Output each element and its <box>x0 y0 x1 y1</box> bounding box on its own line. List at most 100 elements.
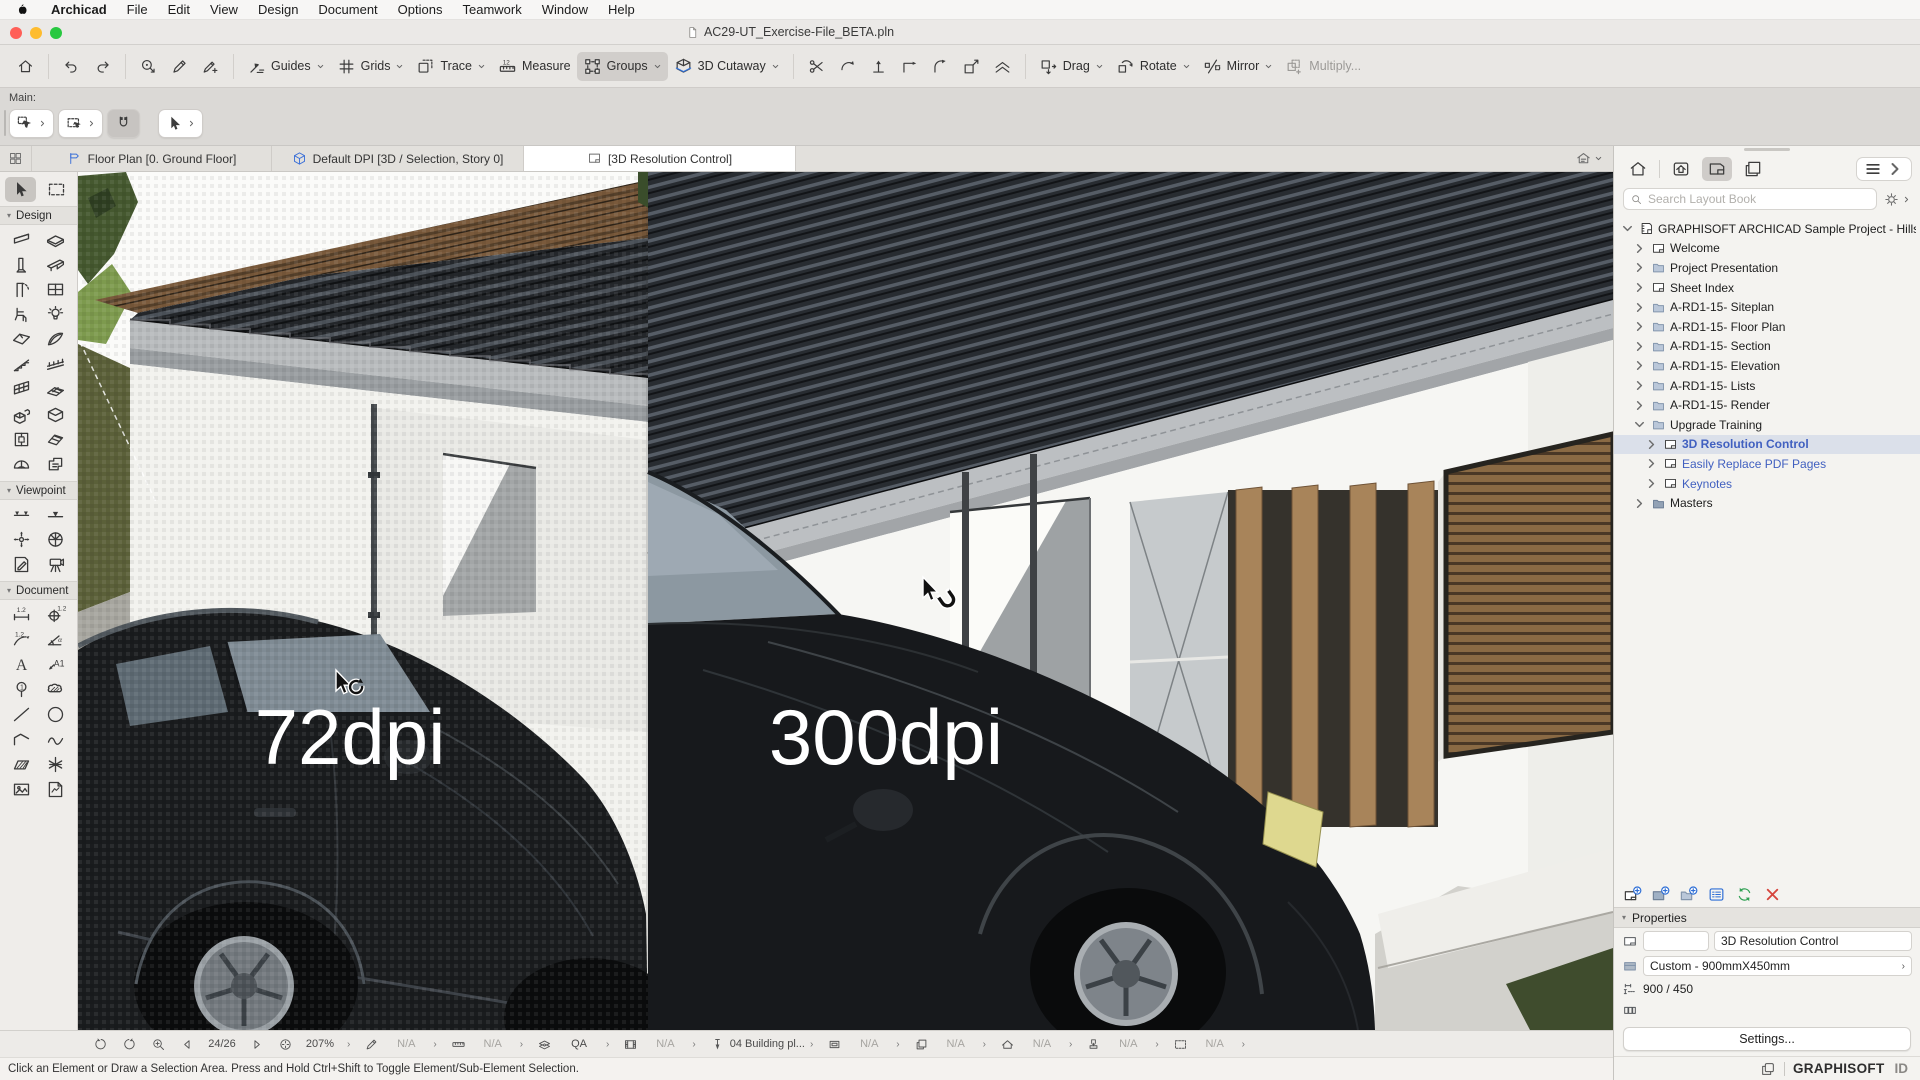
hatch-tool[interactable] <box>5 752 37 777</box>
menu-teamwork[interactable]: Teamwork <box>452 2 531 17</box>
pen-plus-button[interactable] <box>195 52 226 81</box>
angle-dimension-tool[interactable]: α <box>40 627 72 652</box>
tree-item-3d-resolution-control[interactable]: 3D Resolution Control <box>1614 435 1920 455</box>
drag-button[interactable]: Drag <box>1033 52 1110 81</box>
adjust-button[interactable] <box>832 52 863 81</box>
text-tool[interactable]: A <box>5 652 37 677</box>
elevate-button[interactable] <box>987 52 1018 81</box>
tree-item-a-rd1-15-elevation[interactable]: A-RD1-15- Elevation <box>1614 356 1920 376</box>
toolbox-section-design[interactable]: ▾Design <box>0 206 77 225</box>
column-tool[interactable] <box>5 252 37 277</box>
toolbox-section-viewpoint[interactable]: ▾Viewpoint <box>0 481 77 500</box>
lamp-tool[interactable] <box>40 302 72 327</box>
polyline-tool[interactable] <box>5 727 37 752</box>
master-format-dropdown[interactable]: Custom - 900mmX450mm › <box>1643 956 1912 976</box>
stair-tool[interactable] <box>5 352 37 377</box>
radial-dimension-tool[interactable]: 1.2 <box>5 627 37 652</box>
tree-item-easily-replace-pdf-pages[interactable]: Easily Replace PDF Pages <box>1614 454 1920 474</box>
menu-archicad[interactable]: Archicad <box>41 2 117 17</box>
spline-tool[interactable] <box>40 727 72 752</box>
tree-item-masters[interactable]: Masters <box>1614 493 1920 513</box>
elevation-tool[interactable] <box>40 502 72 527</box>
graphisoft-brand[interactable]: GRAPHISOFT <box>1793 1061 1885 1076</box>
tab-default-dpi-3d-selection-story-0[interactable]: Default DPI [3D / Selection, Story 0] <box>272 146 524 171</box>
status-field-dashed-rect[interactable]: N/A› <box>1166 1037 1252 1052</box>
tri-left-icon[interactable] <box>180 1037 195 1052</box>
redo-button[interactable] <box>87 52 118 81</box>
status-field-layers[interactable]: QA› <box>530 1037 616 1052</box>
asterisk-tool[interactable] <box>40 752 72 777</box>
tree-item-a-rd1-15-render[interactable]: A-RD1-15- Render <box>1614 395 1920 415</box>
window-copy-icon[interactable] <box>1760 1061 1776 1077</box>
status-field-zoom-in[interactable] <box>144 1037 173 1052</box>
tree-item-graphisoft-archicad-sample-project-hillside-h[interactable]: GRAPHISOFT ARCHICAD Sample Project - Hil… <box>1614 219 1920 239</box>
status-field-stamp-small[interactable]: N/A› <box>1079 1037 1165 1052</box>
section-tool[interactable] <box>5 502 37 527</box>
drawing-tool[interactable] <box>40 777 72 802</box>
status-field-pen[interactable]: N/A› <box>357 1037 443 1052</box>
guides-button[interactable]: Guides <box>241 52 331 81</box>
page-pager[interactable]: 24/26 <box>173 1037 271 1052</box>
status-field-ruler[interactable]: N/A› <box>444 1037 530 1052</box>
delete-button[interactable] <box>1763 885 1782 904</box>
add-drawing-button[interactable] <box>1651 885 1670 904</box>
refresh-button[interactable] <box>1735 885 1754 904</box>
multiply-button[interactable]: Multiply... <box>1279 52 1367 81</box>
marquee-arrow-button[interactable] <box>59 110 102 137</box>
status-field-film[interactable]: N/A› <box>616 1037 702 1052</box>
add-layout-button[interactable] <box>1623 885 1642 904</box>
railing-tool[interactable] <box>40 352 72 377</box>
marquee-tool[interactable] <box>41 177 72 202</box>
arrow-plain-button[interactable] <box>159 110 202 137</box>
menu-options[interactable]: Options <box>388 2 453 17</box>
pen-button[interactable] <box>164 52 195 81</box>
grids-button[interactable]: Grids <box>331 52 411 81</box>
magnet-button[interactable] <box>108 110 139 137</box>
tree-item-project-presentation[interactable]: Project Presentation <box>1614 258 1920 278</box>
mesh-tool[interactable] <box>40 377 72 402</box>
close-window-button[interactable] <box>10 27 22 39</box>
label-tool[interactable]: A1 <box>40 652 72 677</box>
tree-item-a-rd1-15-lists[interactable]: A-RD1-15- Lists <box>1614 376 1920 396</box>
tree-item-upgrade-training[interactable]: Upgrade Training <box>1614 415 1920 435</box>
door-tool[interactable] <box>5 277 37 302</box>
zone-tool[interactable] <box>40 402 72 427</box>
figure-tool[interactable] <box>5 777 37 802</box>
tab-3d-resolution-control[interactable]: [3D Resolution Control] <box>524 146 796 171</box>
settings-button[interactable]: Settings... <box>1623 1027 1911 1051</box>
zoom-select-button[interactable] <box>133 52 164 81</box>
status-field-copy[interactable]: N/A› <box>907 1037 993 1052</box>
opening-tool[interactable] <box>5 427 37 452</box>
undo-button[interactable] <box>56 52 87 81</box>
minimize-window-button[interactable] <box>30 27 42 39</box>
layout-canvas[interactable]: 72dpi 300dpi <box>78 172 1613 1030</box>
3d-cutaway-button[interactable]: 3D Cutaway <box>668 52 786 81</box>
dimension-tool[interactable]: 1.2 <box>5 602 37 627</box>
prop-list-button[interactable] <box>1707 885 1726 904</box>
nav-house-mode-button[interactable] <box>1623 157 1653 181</box>
tab-list-button[interactable] <box>1565 146 1613 171</box>
mirror-button[interactable]: Mirror <box>1197 52 1280 81</box>
nav-publisher-mode-button[interactable] <box>1738 157 1768 181</box>
menu-design[interactable]: Design <box>248 2 308 17</box>
fillet-button[interactable] <box>925 52 956 81</box>
navigator-menu-button[interactable] <box>1857 158 1911 180</box>
status-field-pin[interactable]: 04 Building pl...› <box>703 1037 821 1052</box>
groups-button[interactable]: Groups <box>577 52 668 81</box>
search-input[interactable] <box>1648 192 1870 206</box>
split-button[interactable] <box>801 52 832 81</box>
menu-file[interactable]: File <box>117 2 158 17</box>
tab-overview-button[interactable] <box>0 146 32 171</box>
toolbox-section-document[interactable]: ▾Document <box>0 581 77 600</box>
status-field-frame[interactable]: N/A› <box>820 1037 906 1052</box>
orbit-tool[interactable] <box>5 527 37 552</box>
curtain-wall-tool[interactable] <box>5 377 37 402</box>
skylight-tool[interactable] <box>40 427 72 452</box>
shell-tool[interactable] <box>40 327 72 352</box>
zoom-window-button[interactable] <box>50 27 62 39</box>
morph-tool[interactable] <box>5 402 37 427</box>
add-folder-button[interactable] <box>1679 885 1698 904</box>
tree-item-a-rd1-15-siteplan[interactable]: A-RD1-15- Siteplan <box>1614 297 1920 317</box>
stretch-button[interactable] <box>956 52 987 81</box>
layout-name-field[interactable]: 3D Resolution Control <box>1714 931 1912 951</box>
